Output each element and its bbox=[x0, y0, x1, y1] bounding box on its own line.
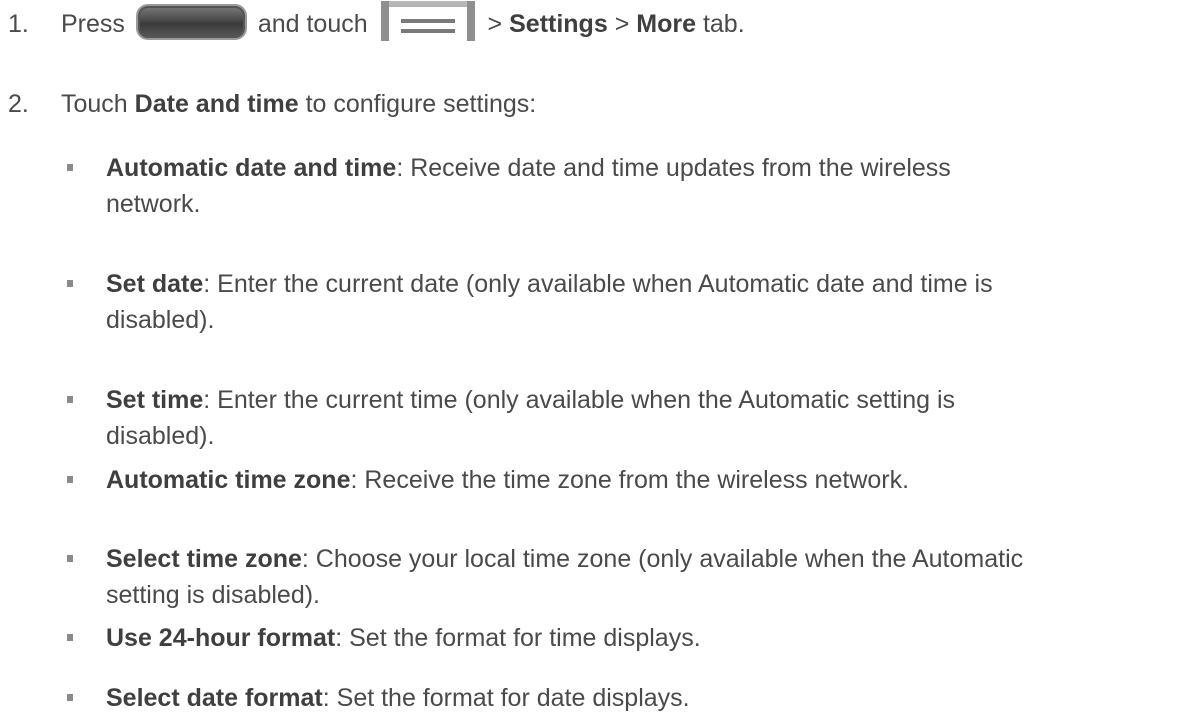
step-text: Touch Date and time to configure setting… bbox=[61, 86, 536, 122]
date-and-time-term: Date and time bbox=[134, 90, 299, 118]
list-item-desc-cont: setting is disabled). bbox=[106, 581, 321, 609]
list-item-desc: : Enter the current date (only available… bbox=[203, 270, 993, 298]
list-item-text: Set time: Enter the current time (only a… bbox=[106, 382, 1186, 454]
list-item-text: Automatic date and time: Receive date an… bbox=[106, 150, 1186, 222]
list-item-text: Select time zone: Choose your local time… bbox=[106, 541, 1186, 613]
bullet-icon bbox=[67, 396, 73, 403]
more-term: More bbox=[636, 10, 696, 38]
step-text: Press and touch > Settings > More tab. bbox=[61, 1, 745, 42]
list-item-desc: : Enter the current time (only available… bbox=[203, 386, 956, 414]
step-sep: > bbox=[614, 10, 630, 38]
bullet-icon bbox=[67, 164, 73, 171]
list-item-text: Set date: Enter the current date (only a… bbox=[106, 266, 1186, 338]
menu-key-icon bbox=[380, 1, 475, 42]
list-item-text: Select date format: Set the format for d… bbox=[106, 680, 1186, 716]
list-item-term: Automatic time zone bbox=[106, 466, 351, 494]
step-text-tab: tab. bbox=[702, 10, 745, 38]
list-item-desc-cont: disabled). bbox=[106, 422, 215, 450]
list-item-term: Select date format bbox=[106, 684, 323, 712]
menu-line bbox=[400, 29, 455, 34]
list-item-desc: : Choose your local time zone (only avai… bbox=[301, 545, 1024, 573]
step-sep: > bbox=[487, 10, 503, 38]
settings-term: Settings bbox=[509, 10, 608, 38]
home-key-icon bbox=[135, 4, 247, 41]
list-item-text: Automatic time zone: Receive the time zo… bbox=[106, 462, 1186, 498]
bullet-icon bbox=[67, 476, 73, 483]
step-text-rest: to configure settings: bbox=[305, 90, 537, 118]
bullet-icon bbox=[67, 634, 73, 641]
step-number: 2. bbox=[8, 90, 29, 118]
menu-line bbox=[400, 19, 455, 24]
list-item-desc: : Set the format for time displays. bbox=[335, 624, 701, 652]
bullet-icon bbox=[67, 280, 73, 287]
bullet-icon bbox=[67, 555, 73, 562]
step-text-and-touch: and touch bbox=[257, 10, 368, 38]
step-number: 1. bbox=[8, 10, 29, 38]
bullet-icon bbox=[67, 694, 73, 701]
list-item-text: Use 24-hour format: Set the format for t… bbox=[106, 620, 1186, 656]
step-text-press: Press bbox=[61, 10, 125, 38]
list-item-term: Select time zone bbox=[106, 545, 302, 573]
list-item-term: Set date bbox=[106, 270, 204, 298]
instructions-document: 1. Press and touch > Settings > More tab… bbox=[0, 0, 1192, 723]
list-item-desc: : Set the format for date displays. bbox=[322, 684, 690, 712]
list-item-term: Automatic date and time bbox=[106, 154, 397, 182]
list-item-term: Use 24-hour format bbox=[106, 624, 336, 652]
list-item-desc-cont: disabled). bbox=[106, 306, 215, 334]
list-item-term: Set time bbox=[106, 386, 204, 414]
step-text-touch: Touch bbox=[61, 90, 128, 118]
list-item-desc: : Receive date and time updates from the… bbox=[396, 154, 951, 182]
menu-key-face bbox=[388, 7, 467, 42]
list-item-desc: : Receive the time zone from the wireles… bbox=[350, 466, 910, 494]
list-item-desc-cont: network. bbox=[106, 190, 201, 218]
